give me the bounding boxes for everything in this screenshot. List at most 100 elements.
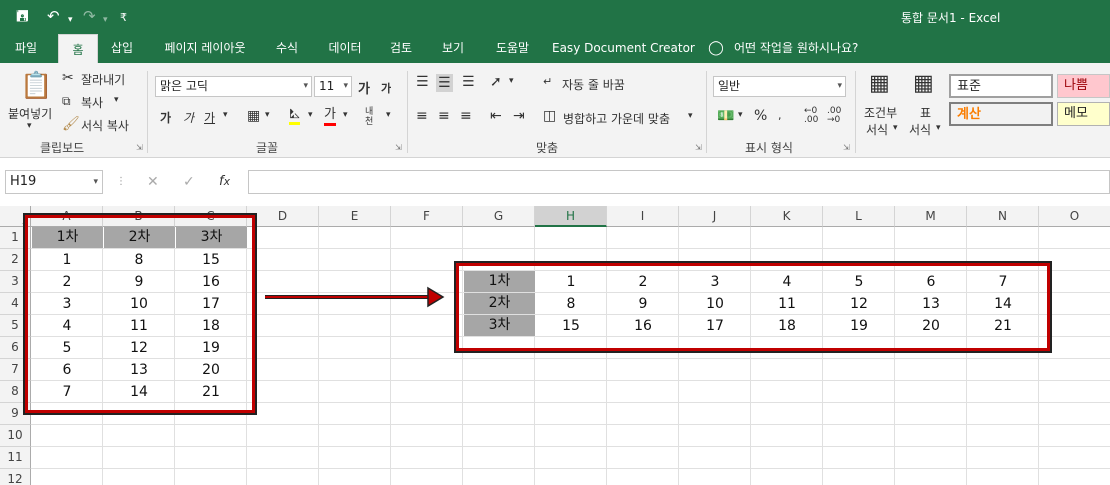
tab-file[interactable]: 파일 xyxy=(8,33,44,63)
align-right-icon[interactable]: ≡ xyxy=(460,108,472,124)
column-header-e[interactable]: E xyxy=(319,206,391,227)
tab-insert[interactable]: 삽입 xyxy=(102,33,142,63)
grow-font-button[interactable]: 가 xyxy=(358,78,370,97)
column-header-l[interactable]: L xyxy=(823,206,895,227)
column-header-j[interactable]: J xyxy=(679,206,751,227)
tell-me-search[interactable]: 어떤 작업을 원하시나요? xyxy=(734,33,874,63)
borders-dropdown-icon[interactable]: ▾ xyxy=(265,110,270,120)
bold-button[interactable]: 가 xyxy=(160,109,171,126)
merge-dropdown-icon[interactable]: ▾ xyxy=(688,111,693,121)
align-center-icon[interactable]: ≡ xyxy=(438,108,450,124)
shrink-font-button[interactable]: 가 xyxy=(381,80,391,96)
copy-dropdown-icon[interactable]: ▾ xyxy=(114,95,119,105)
cut-button[interactable]: 잘라내기 xyxy=(81,71,125,88)
tab-view[interactable]: 보기 xyxy=(433,33,473,63)
underline-dropdown-icon[interactable]: ▾ xyxy=(223,110,228,120)
increase-decimal-icon[interactable]: ←0.00 xyxy=(804,107,818,125)
accounting-dropdown-icon[interactable]: ▾ xyxy=(738,110,743,120)
column-header-n[interactable]: N xyxy=(967,206,1039,227)
tab-data[interactable]: 데이터 xyxy=(320,33,370,63)
chevron-down-icon[interactable]: ▾ xyxy=(93,171,98,193)
paste-icon[interactable]: 📋 xyxy=(20,71,52,101)
column-header-g[interactable]: G xyxy=(463,206,535,227)
column-header-d[interactable]: D xyxy=(247,206,319,227)
merge-center-icon[interactable]: ◫ xyxy=(543,108,556,124)
wrap-text-icon[interactable]: ↵ xyxy=(543,74,552,90)
customize-quick-access-icon[interactable]: ₹ xyxy=(120,8,127,28)
copy-button[interactable]: 복사 xyxy=(81,94,103,111)
font-color-button[interactable]: 가 xyxy=(324,107,336,126)
column-header-h[interactable]: H xyxy=(535,206,607,227)
cancel-icon[interactable]: ✕ xyxy=(147,174,159,190)
conditional-formatting-icon[interactable]: ▦ xyxy=(869,71,890,97)
tab-review[interactable]: 검토 xyxy=(381,33,421,63)
accounting-format-icon[interactable]: 💵 xyxy=(717,108,734,124)
format-as-table-icon[interactable]: ▦ xyxy=(913,71,934,97)
row-header-11[interactable]: 11 xyxy=(0,447,31,469)
column-header-k[interactable]: K xyxy=(751,206,823,227)
copy-icon[interactable]: ⧉ xyxy=(62,93,71,109)
borders-icon[interactable]: ▦ xyxy=(247,108,260,124)
fill-color-icon[interactable]: ⛡ xyxy=(289,106,300,125)
redo-dropdown-icon[interactable]: ▾ xyxy=(103,10,108,30)
underline-button[interactable]: 가 xyxy=(204,109,215,126)
orientation-icon[interactable]: ➚ xyxy=(490,74,502,90)
undo-icon[interactable]: ↶ xyxy=(47,6,60,26)
save-icon[interactable]: 🖪 xyxy=(16,6,29,26)
decrease-decimal-icon[interactable]: .00 →0 xyxy=(827,107,841,125)
number-format-select[interactable]: 일반 ▾ xyxy=(713,76,846,97)
style-calculation[interactable]: 계산 xyxy=(949,102,1053,126)
italic-button[interactable]: 가 xyxy=(183,109,194,126)
style-normal[interactable]: 표준 xyxy=(949,74,1053,98)
column-header-m[interactable]: M xyxy=(895,206,967,227)
align-middle-icon[interactable]: ☰ xyxy=(436,74,453,92)
conditional-formatting-line1[interactable]: 조건부 xyxy=(864,104,897,121)
tab-easy-document-creator[interactable]: Easy Document Creator xyxy=(552,33,695,63)
align-top-icon[interactable]: ☰ xyxy=(416,74,429,90)
insert-function-icon[interactable]: fx xyxy=(219,174,230,190)
fill-color-dropdown-icon[interactable]: ▾ xyxy=(308,110,313,120)
column-header-i[interactable]: I xyxy=(607,206,679,227)
style-bad[interactable]: 나쁨 xyxy=(1057,74,1110,98)
row-header-10[interactable]: 10 xyxy=(0,425,31,447)
undo-dropdown-icon[interactable]: ▾ xyxy=(68,10,73,30)
format-as-table-line1[interactable]: 표 xyxy=(920,104,931,121)
comma-style-icon[interactable]: , xyxy=(778,108,782,124)
table-dropdown-icon[interactable]: ▾ xyxy=(936,123,941,133)
tab-home[interactable]: 홈 xyxy=(58,34,98,63)
row-header-12[interactable]: 12 xyxy=(0,469,31,485)
cut-icon[interactable]: ✂ xyxy=(62,70,74,86)
formula-input[interactable] xyxy=(248,170,1110,194)
font-color-dropdown-icon[interactable]: ▾ xyxy=(343,110,348,120)
enter-icon[interactable]: ✓ xyxy=(183,174,195,190)
worksheet-grid[interactable]: ◢ ABCDEFGHIJKLMNO 1 2 3 4 5 6 7 8 9 10 11 12 1차 2차 3차… xyxy=(0,206,1110,485)
tab-page-layout[interactable]: 페이지 레이아웃 xyxy=(155,33,255,63)
name-box[interactable]: H19 ▾ xyxy=(5,170,103,194)
format-painter-button[interactable]: 서식 복사 xyxy=(81,117,129,134)
format-painter-icon[interactable]: 🖌 xyxy=(62,116,80,132)
increase-indent-icon[interactable]: ⇥ xyxy=(513,108,525,124)
phonetic-button[interactable]: 내천 xyxy=(365,107,379,127)
number-launcher-icon[interactable]: ⇲ xyxy=(843,143,850,152)
tab-help[interactable]: 도움말 xyxy=(485,33,540,63)
align-left-icon[interactable]: ≡ xyxy=(416,108,428,124)
column-header-o[interactable]: O xyxy=(1039,206,1110,227)
paste-dropdown-icon[interactable]: ▾ xyxy=(27,121,32,131)
style-note[interactable]: 메모 xyxy=(1057,102,1110,126)
phonetic-dropdown-icon[interactable]: ▾ xyxy=(386,110,391,120)
merge-center-button[interactable]: 병합하고 가운데 맞춤 xyxy=(563,110,670,127)
redo-icon[interactable]: ↷ xyxy=(83,6,96,26)
format-as-table-line2[interactable]: 서식 xyxy=(909,121,931,138)
tab-formulas[interactable]: 수식 xyxy=(267,33,307,63)
wrap-text-button[interactable]: 자동 줄 바꿈 xyxy=(562,76,625,93)
alignment-launcher-icon[interactable]: ⇲ xyxy=(695,143,702,152)
paste-button[interactable]: 붙여넣기 xyxy=(8,105,52,122)
orientation-dropdown-icon[interactable]: ▾ xyxy=(509,76,514,86)
clipboard-launcher-icon[interactable]: ⇲ xyxy=(136,143,143,152)
font-size-select[interactable]: 11 ▾ xyxy=(314,76,352,97)
decrease-indent-icon[interactable]: ⇤ xyxy=(490,108,502,124)
column-header-f[interactable]: F xyxy=(391,206,463,227)
conditional-formatting-line2[interactable]: 서식 xyxy=(866,121,888,138)
font-launcher-icon[interactable]: ⇲ xyxy=(395,143,402,152)
conditional-dropdown-icon[interactable]: ▾ xyxy=(893,123,898,133)
